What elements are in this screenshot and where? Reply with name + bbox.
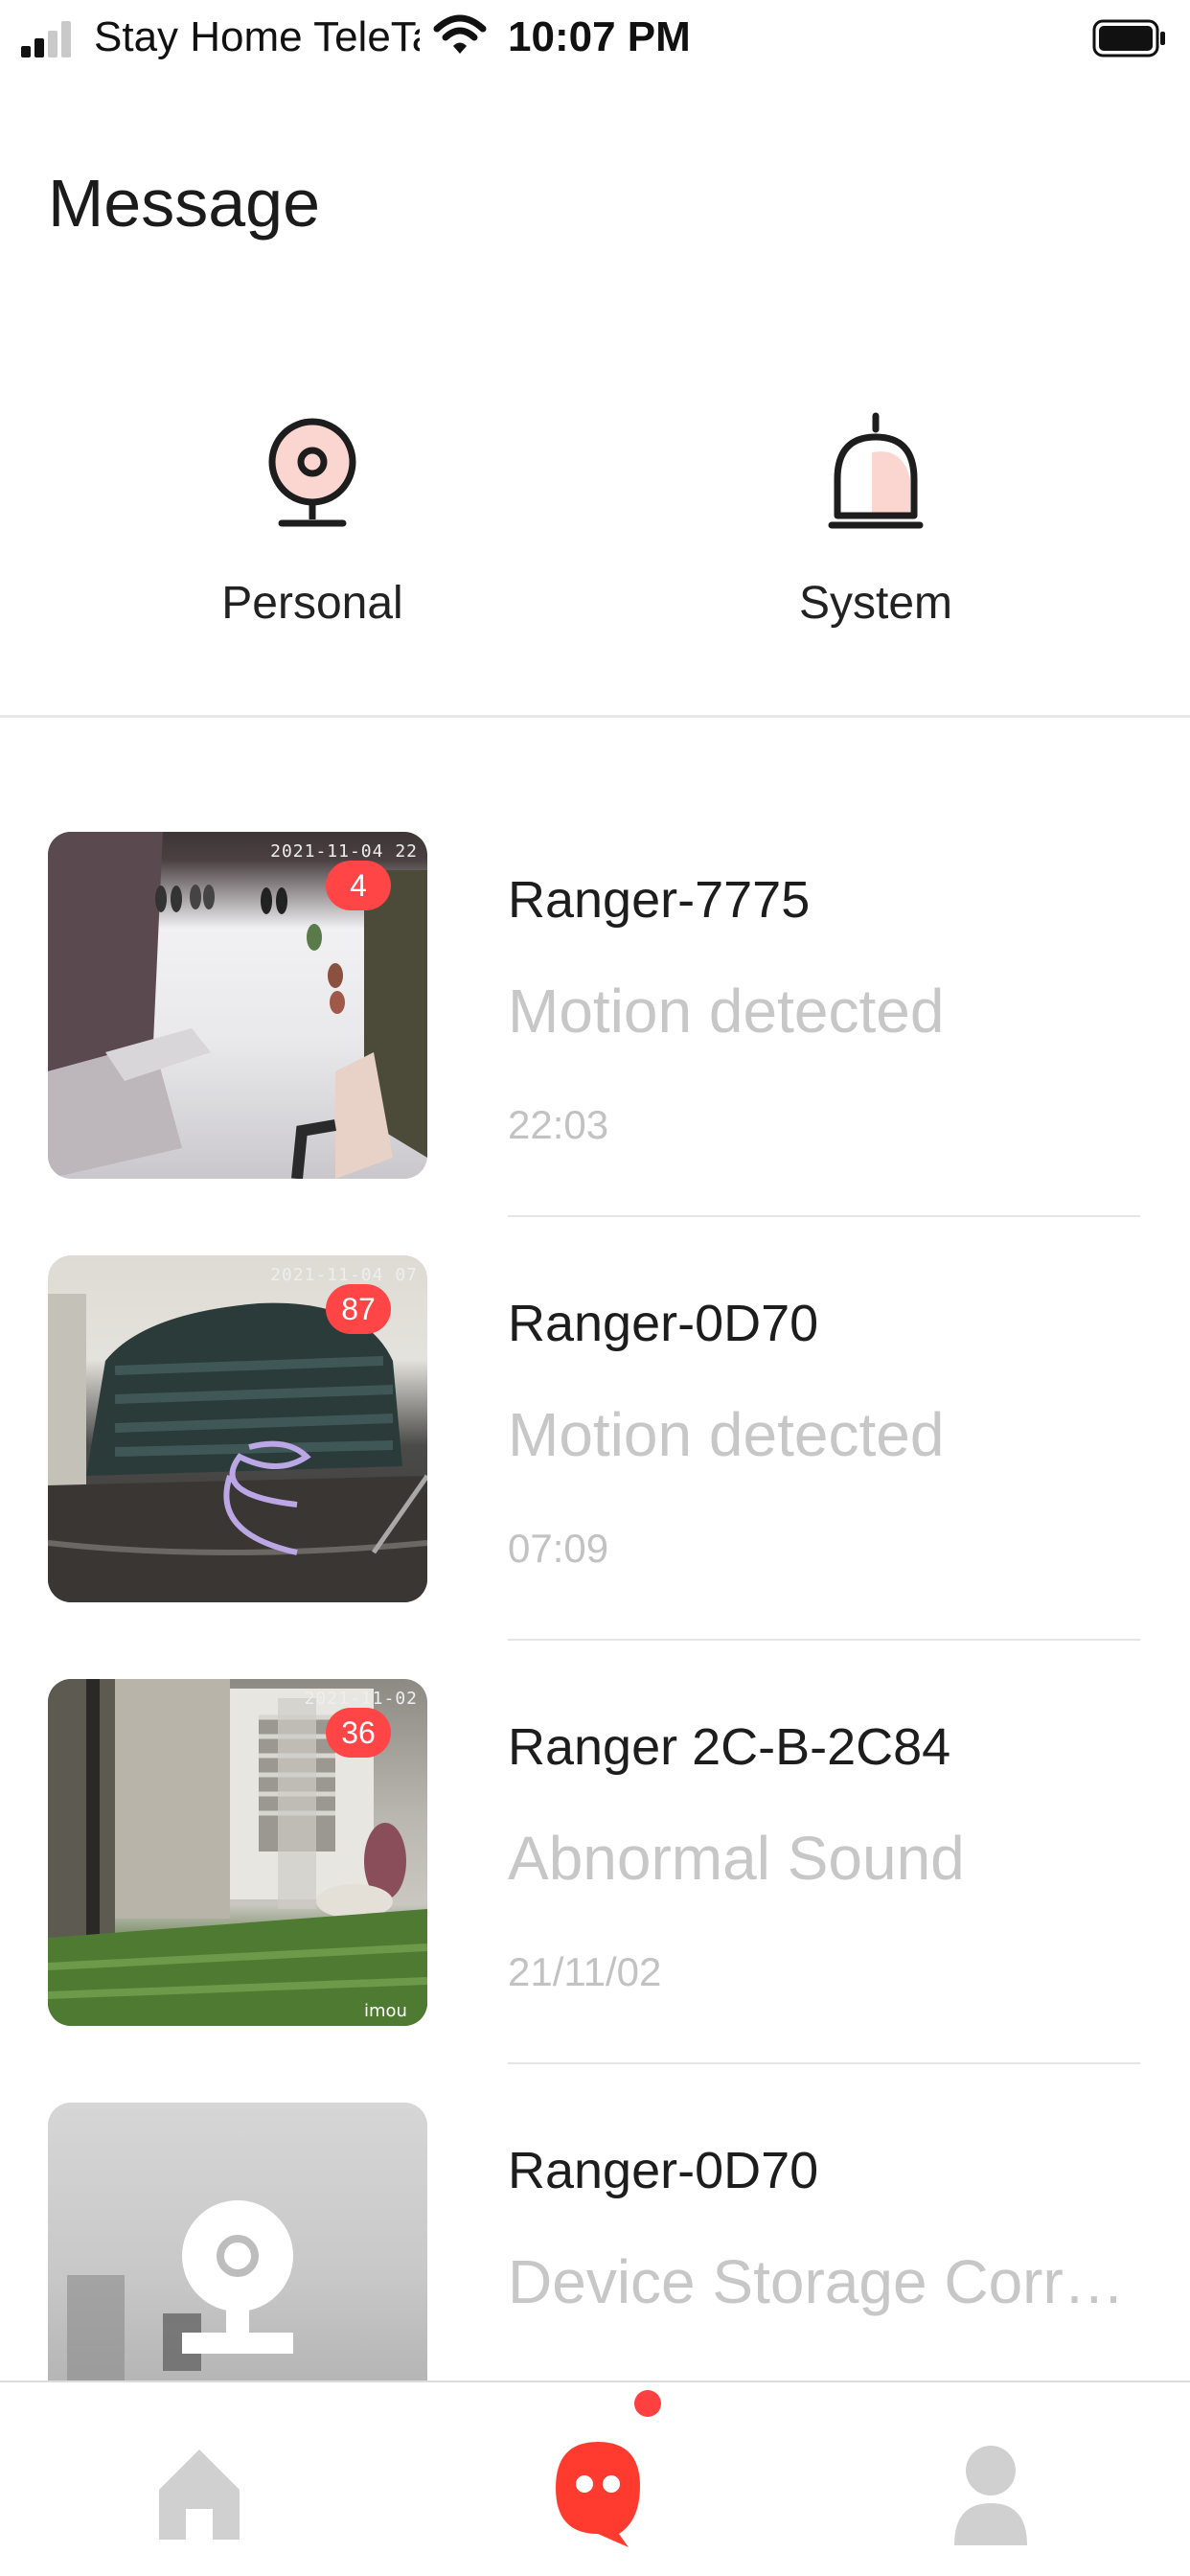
notification-dot	[634, 2390, 661, 2417]
bottom-tab-bar	[0, 2380, 1190, 2576]
category-personal[interactable]: Personal	[169, 402, 456, 652]
snapshot-timestamp: 2021-11-02	[304, 1689, 418, 1709]
carrier-name: Stay Home TeleTal	[94, 13, 420, 60]
event-time: 22:03	[508, 1102, 609, 1147]
category-label: Personal	[221, 578, 403, 629]
device-name: Ranger 2C-B-2C84	[508, 1718, 951, 1776]
message-screen: Stay Home TeleTal 10:07 PM Message Perso…	[0, 0, 1190, 2576]
camera-snapshot: imou 2021-11-02 36	[48, 1679, 427, 2026]
snapshot-timestamp: 2021-11-04 22	[270, 841, 418, 862]
unread-badge: 36	[326, 1708, 391, 1758]
message-item[interactable]: 2021-11-04 07 87 Ranger-0D70 Motion dete…	[0, 1255, 1190, 1677]
event-type: Motion detected	[508, 1400, 945, 1469]
page-title: Message	[48, 166, 321, 241]
message-item[interactable]: 2021-11-04 22 4 Ranger-7775 Motion detec…	[0, 832, 1190, 1254]
wifi-icon	[433, 14, 487, 54]
camera-icon	[268, 418, 356, 527]
category-label: System	[798, 578, 953, 629]
bell-icon	[828, 412, 924, 529]
row-divider	[508, 1639, 1140, 1641]
row-divider	[508, 2062, 1140, 2064]
event-time: 21/11/02	[508, 1949, 662, 1994]
status-time: 10:07 PM	[508, 13, 691, 60]
event-type: Motion detected	[508, 977, 945, 1046]
profile-icon[interactable]	[933, 2421, 1048, 2555]
category-system[interactable]: System	[732, 402, 1019, 652]
signal-icon	[21, 21, 73, 58]
section-divider	[0, 715, 1190, 718]
status-bar: Stay Home TeleTal 10:07 PM	[0, 0, 1190, 82]
snapshot-timestamp: 2021-11-04 07	[270, 1265, 418, 1285]
camera-snapshot: 2021-11-04 07 87	[48, 1255, 427, 1602]
device-name: Ranger-0D70	[508, 1295, 819, 1352]
device-name: Ranger-7775	[508, 871, 811, 929]
message-item[interactable]: imou 2021-11-02 36 Ranger 2C-B-2C84 Abno…	[0, 1679, 1190, 2101]
event-time: 07:09	[508, 1526, 609, 1571]
watermark: imou	[364, 2001, 407, 2021]
home-icon[interactable]	[142, 2421, 257, 2555]
device-name: Ranger-0D70	[508, 2142, 819, 2199]
unread-badge: 4	[326, 861, 391, 910]
message-categories: Personal System	[0, 402, 1190, 661]
camera-snapshot: 2021-11-04 22 4	[48, 832, 427, 1179]
row-divider	[508, 1215, 1140, 1217]
message-icon[interactable]	[540, 2421, 655, 2555]
event-type: Device Storage Corrup...	[508, 2247, 1140, 2316]
battery-icon	[1092, 19, 1165, 58]
event-type: Abnormal Sound	[508, 1824, 965, 1893]
unread-badge: 87	[326, 1284, 391, 1334]
